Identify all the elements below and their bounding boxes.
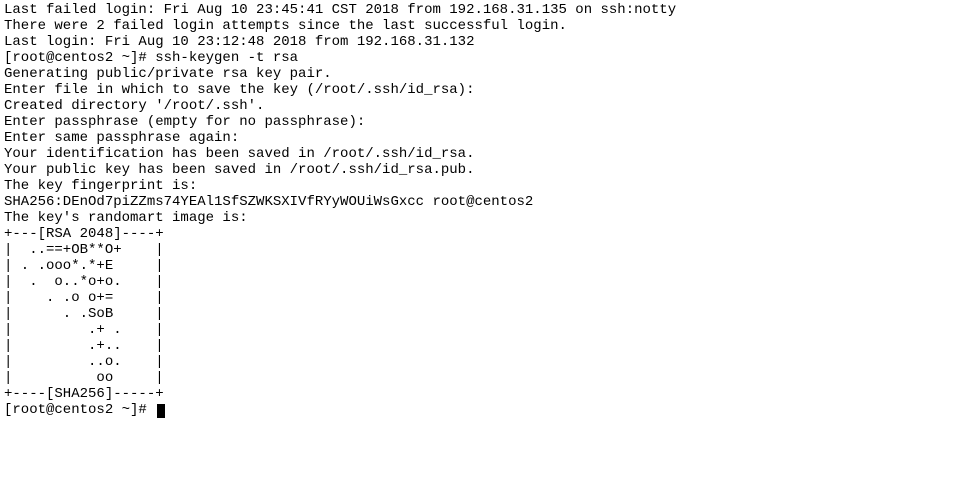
randomart-row-3: | . o..*o+o. | [4,274,164,290]
line-generating: Generating public/private rsa key pair. [4,66,332,82]
randomart-row-6: | .+ . | [4,322,164,338]
line-enter-passphrase2: Enter same passphrase again: [4,130,239,146]
line-created-dir: Created directory '/root/.ssh'. [4,98,264,114]
terminal-output[interactable]: Last failed login: Fri Aug 10 23:45:41 C… [0,0,975,420]
randomart-top: +---[RSA 2048]----+ [4,226,164,242]
line-last-login: Last login: Fri Aug 10 23:12:48 2018 fro… [4,34,474,50]
line-randomart-label: The key's randomart image is: [4,210,248,226]
randomart-bottom: +----[SHA256]-----+ [4,386,164,402]
shell-prompt[interactable]: [root@centos2 ~]# [4,402,155,418]
randomart-row-2: | . .ooo*.*+E | [4,258,164,274]
randomart-row-9: | oo | [4,370,164,386]
randomart-row-5: | . .SoB | [4,306,164,322]
randomart-row-4: | . .o o+= | [4,290,164,306]
line-pub-saved: Your public key has been saved in /root/… [4,162,474,178]
line-id-saved: Your identification has been saved in /r… [4,146,474,162]
randomart-row-8: | ..o. | [4,354,164,370]
line-failed-attempts: There were 2 failed login attempts since… [4,18,567,34]
cursor-icon [157,404,165,418]
line-enter-passphrase: Enter passphrase (empty for no passphras… [4,114,365,130]
line-fingerprint-label: The key fingerprint is: [4,178,197,194]
randomart-row-7: | .+.. | [4,338,164,354]
line-ssh-keygen-cmd: [root@centos2 ~]# ssh-keygen -t rsa [4,50,298,66]
randomart-row-1: | ..==+OB**O+ | [4,242,164,258]
line-enter-file: Enter file in which to save the key (/ro… [4,82,474,98]
line-last-failed-login: Last failed login: Fri Aug 10 23:45:41 C… [4,2,676,18]
line-fingerprint: SHA256:DEnOd7piZZms74YEAl1SfSZWKSXIVfRYy… [4,194,533,210]
